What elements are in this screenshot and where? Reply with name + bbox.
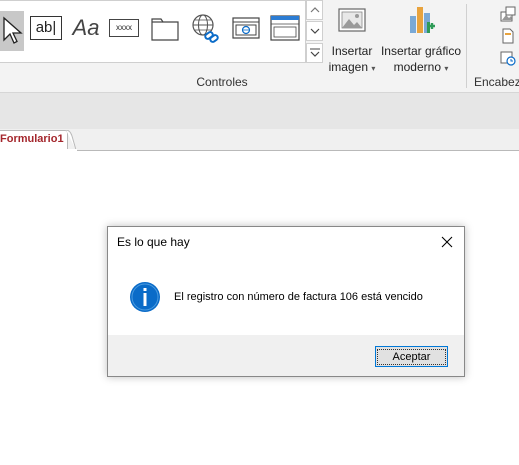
gallery-scroll-up-button[interactable] xyxy=(306,0,323,20)
web-browser-icon xyxy=(232,17,260,39)
gallery-scroll-down-button[interactable] xyxy=(306,21,323,41)
select-pointer-icon xyxy=(3,16,23,44)
dialog-footer: Aceptar xyxy=(108,335,464,376)
button-control-button[interactable]: xxxx xyxy=(106,10,142,46)
insert-chart-label-2: moderno xyxy=(393,60,441,74)
chart-icon xyxy=(410,7,435,33)
dialog-message: El registro con número de factura 106 es… xyxy=(174,291,423,303)
tab-edge xyxy=(66,130,77,151)
ribbon: ab| Aa xxxx Insertar imagen ▾ Insertar g… xyxy=(0,0,519,93)
navigation-control-button[interactable] xyxy=(267,10,303,46)
gallery-scroll xyxy=(306,0,324,63)
ok-button-label: Aceptar xyxy=(376,348,447,365)
info-icon xyxy=(130,282,160,312)
insert-chart-caret: ▾ xyxy=(444,64,449,73)
web-browser-control-button[interactable] xyxy=(228,10,264,46)
chevron-up-icon xyxy=(310,7,319,13)
document-tab-label[interactable]: Formulario1 xyxy=(0,133,64,145)
insert-chart-button[interactable]: Insertar gráfico moderno ▾ xyxy=(380,4,462,77)
more-chevron-icon xyxy=(309,48,320,57)
insert-image-button[interactable]: Insertar imagen ▾ xyxy=(326,4,378,77)
insert-image-label-2: imagen xyxy=(328,60,368,74)
label-icon: Aa xyxy=(72,15,100,40)
textbox-icon: ab| xyxy=(30,16,62,40)
title-icon[interactable] xyxy=(500,28,516,44)
header-group-label: Encabeza xyxy=(474,75,519,89)
dialog-body: El registro con número de factura 106 es… xyxy=(108,257,464,335)
date-time-icon[interactable] xyxy=(500,50,516,66)
insert-chart-label-1: Insertar gráfico xyxy=(380,44,462,58)
dialog-title: Es lo que hay xyxy=(117,235,190,249)
controls-gallery: ab| Aa xxxx xyxy=(0,0,306,63)
ribbon-separator xyxy=(466,4,467,88)
chevron-down-icon xyxy=(310,28,319,34)
textbox-control-button[interactable]: ab| xyxy=(28,10,64,46)
controls-group-label: Controles xyxy=(196,75,248,89)
insert-image-caret: ▾ xyxy=(371,64,376,73)
ribbon-collapse-band xyxy=(0,93,519,129)
select-pointer-button[interactable] xyxy=(0,11,24,51)
gallery-expand-button[interactable] xyxy=(306,43,323,63)
close-icon[interactable] xyxy=(440,235,454,249)
tab-control-button[interactable] xyxy=(147,10,183,46)
logo-icon[interactable] xyxy=(500,6,516,22)
insert-image-label-1: Insertar xyxy=(331,44,373,58)
label-control-button[interactable]: Aa xyxy=(68,10,104,46)
picture-icon xyxy=(338,8,366,32)
ok-button[interactable]: Aceptar xyxy=(375,346,448,367)
navigation-control-icon xyxy=(270,15,300,41)
hyperlink-icon xyxy=(192,14,219,43)
hyperlink-control-button[interactable] xyxy=(188,10,224,46)
tab-control-icon xyxy=(151,18,179,41)
button-icon: xxxx xyxy=(109,19,139,37)
message-dialog: Es lo que hay El registro con número de … xyxy=(107,226,465,377)
